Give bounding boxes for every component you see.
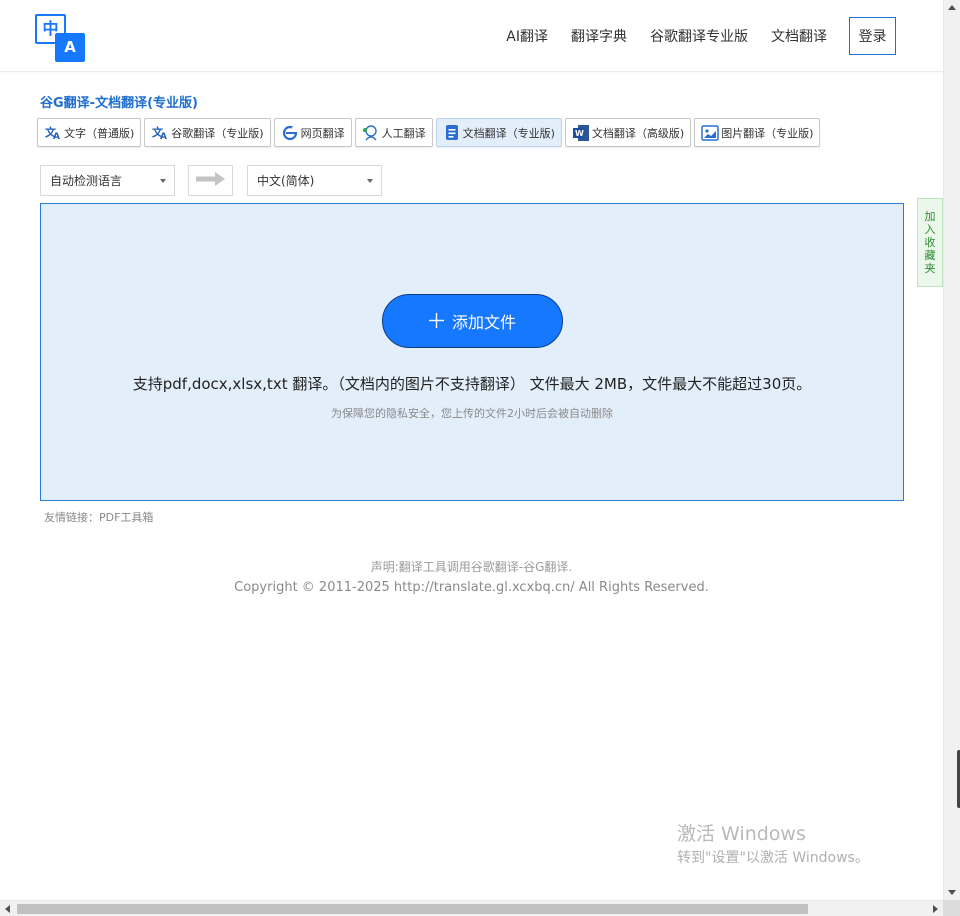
- svg-text:A: A: [160, 132, 167, 140]
- site-logo[interactable]: 中 A: [35, 14, 86, 63]
- supported-formats-text: 支持pdf,docx,xlsx,txt 翻译。（文档内的图片不支持翻译） 文件最…: [132, 375, 812, 393]
- favorite-char: 藏: [924, 249, 936, 262]
- scroll-left-icon[interactable]: [5, 905, 10, 913]
- image-icon: [701, 124, 719, 142]
- nav-google-pro[interactable]: 谷歌翻译专业版: [650, 26, 748, 46]
- tab-document-advanced[interactable]: W 文档翻译（高级版): [564, 118, 692, 147]
- target-language-select[interactable]: 中文(简体): [247, 165, 382, 196]
- favorite-char: 入: [924, 223, 936, 236]
- tab-label: 文字（普通版): [64, 126, 135, 140]
- nav-ai-translate[interactable]: AI翻译: [506, 26, 548, 46]
- tab-label: 图片翻译（专业版): [721, 126, 814, 140]
- login-button[interactable]: 登录: [849, 17, 896, 55]
- tab-label: 人工翻译: [381, 126, 426, 140]
- human-translator-icon: [362, 124, 380, 142]
- scroll-up-icon[interactable]: [948, 5, 956, 10]
- page-title: 谷G翻译-文档翻译(专业版): [40, 96, 198, 111]
- friendly-links[interactable]: 友情链接：PDF工具箱: [44, 509, 153, 525]
- file-drop-zone[interactable]: 添加文件 支持pdf,docx,xlsx,txt 翻译。（文档内的图片不支持翻译…: [40, 203, 904, 501]
- vertical-scrollbar[interactable]: [943, 0, 960, 900]
- chevron-down-icon: [160, 179, 166, 183]
- scroll-right-icon[interactable]: [933, 905, 938, 913]
- chevron-down-icon: [367, 179, 373, 183]
- word-document-icon: W: [572, 124, 590, 142]
- source-language-value: 自动检测语言: [50, 174, 123, 188]
- arrow-right-icon: [195, 171, 226, 190]
- svg-text:W: W: [575, 129, 584, 138]
- windows-activation-title: 激活 Windows: [677, 823, 806, 845]
- source-language-select[interactable]: 自动检测语言: [40, 165, 175, 196]
- horizontal-scroll-thumb[interactable]: [17, 904, 808, 914]
- translate-icon: 文A: [44, 124, 62, 142]
- tab-image-pro[interactable]: 图片翻译（专业版): [694, 118, 821, 147]
- tab-label: 网页翻译: [300, 126, 345, 140]
- favorite-char: 加: [924, 210, 936, 223]
- logo-english-box: A: [55, 33, 85, 62]
- tab-label: 文档翻译（高级版): [591, 126, 685, 140]
- tab-google-pro[interactable]: 文A 谷歌翻译（专业版): [144, 118, 271, 147]
- tab-human-translate[interactable]: 人工翻译: [354, 118, 433, 147]
- nav-document-translate[interactable]: 文档翻译: [771, 26, 827, 46]
- favorite-char: 收: [924, 236, 936, 249]
- swap-language-button[interactable]: [188, 165, 233, 196]
- document-icon: [443, 124, 461, 142]
- tab-web-translate[interactable]: 网页翻译: [273, 118, 352, 147]
- browser-icon: [281, 124, 299, 142]
- nav-dictionary[interactable]: 翻译字典: [571, 26, 627, 46]
- add-file-label: 添加文件: [451, 313, 516, 332]
- site-header: 中 A AI翻译 翻译字典 谷歌翻译专业版 文档翻译 登录: [0, 0, 943, 72]
- horizontal-scrollbar[interactable]: [0, 900, 943, 916]
- translate-icon: 文A: [151, 124, 169, 142]
- tab-document-pro[interactable]: 文档翻译（专业版): [435, 118, 562, 147]
- tool-tabs: 文A 文字（普通版) 文A 谷歌翻译（专业版) 网页翻译 人工翻译 文档翻译（专…: [37, 118, 823, 147]
- footer-disclaimer: 声明:翻译工具调用谷歌翻译-谷G翻译.: [370, 560, 573, 574]
- top-nav: AI翻译 翻译字典 谷歌翻译专业版 文档翻译 登录: [483, 0, 943, 72]
- scroll-down-icon[interactable]: [948, 890, 956, 895]
- privacy-notice: 为保障您的隐私安全，您上传的文件2小时后会被自动删除: [331, 407, 613, 420]
- scrollbar-corner: [943, 900, 960, 916]
- tab-label: 文档翻译（专业版): [462, 126, 555, 140]
- svg-text:A: A: [53, 132, 60, 140]
- target-language-value: 中文(简体): [257, 174, 315, 188]
- plus-icon: [428, 311, 444, 331]
- favorite-char: 夹: [924, 262, 936, 275]
- tab-label: 谷歌翻译（专业版): [171, 126, 264, 140]
- footer-copyright: Copyright © 2011-2025 http://translate.g…: [234, 580, 709, 595]
- add-file-button[interactable]: 添加文件: [382, 294, 563, 348]
- add-to-favorites-tab[interactable]: 加 入 收 藏 夹: [917, 198, 943, 287]
- tab-text-basic[interactable]: 文A 文字（普通版): [37, 118, 142, 147]
- windows-activation-hint: 转到"设置"以激活 Windows。: [677, 850, 869, 866]
